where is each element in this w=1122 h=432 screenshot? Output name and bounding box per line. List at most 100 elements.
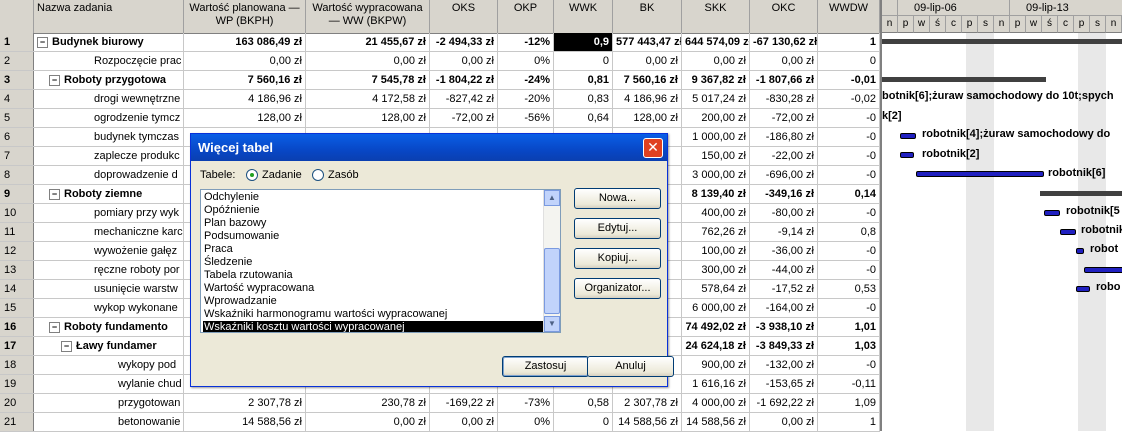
- gantt-summary-bar[interactable]: [882, 39, 1122, 44]
- collapse-toggle-icon[interactable]: −: [37, 36, 48, 48]
- cell-vac[interactable]: -830,28 zł: [750, 90, 818, 108]
- cell-eac[interactable]: 24 624,18 zł: [682, 337, 750, 355]
- table-row[interactable]: 21 betonowanie 14 588,56 zł 0,00 zł 0,00 zł 0…: [0, 413, 880, 432]
- col-header-name[interactable]: Nazwa zadania: [34, 0, 184, 33]
- table-row[interactable]: 5 ogrodzenie tymcz 128,00 zł 128,00 zł -72,0…: [0, 109, 880, 128]
- col-header-sv[interactable]: OKS: [430, 0, 498, 33]
- cancel-button[interactable]: Anuluj: [587, 356, 674, 377]
- scroll-up-icon[interactable]: ▲: [544, 190, 560, 206]
- task-name-cell[interactable]: − Budynek biurowy: [34, 33, 184, 51]
- tables-list-scrollbar[interactable]: ▲ ▼: [543, 190, 560, 332]
- row-number[interactable]: 9: [0, 185, 34, 203]
- row-number[interactable]: 13: [0, 261, 34, 279]
- cell-bac[interactable]: 128,00 zł: [613, 109, 682, 127]
- row-number[interactable]: 16: [0, 318, 34, 336]
- col-header-cpi[interactable]: WWK: [554, 0, 613, 33]
- cell-tcpi[interactable]: 0,53: [818, 280, 880, 298]
- cell-sv[interactable]: 0,00 zł: [430, 52, 498, 70]
- cell-bcwp[interactable]: 230,78 zł: [306, 394, 430, 412]
- row-number[interactable]: 4: [0, 90, 34, 108]
- cell-eac[interactable]: 3 000,00 zł: [682, 166, 750, 184]
- cell-vac[interactable]: -80,00 zł: [750, 204, 818, 222]
- cell-bcwp[interactable]: 7 545,78 zł: [306, 71, 430, 89]
- cell-sv_pct[interactable]: 0%: [498, 52, 554, 70]
- tables-list[interactable]: Odchylenie Opóźnienie Plan bazowy Podsumowa…: [200, 189, 561, 333]
- cell-eac[interactable]: 4 000,00 zł: [682, 394, 750, 412]
- table-row[interactable]: 2 Rozpoczęcie prac 0,00 zł 0,00 zł 0,00 zł 0%…: [0, 52, 880, 71]
- gantt-task-bar[interactable]: [900, 133, 916, 139]
- cell-vac[interactable]: -349,16 zł: [750, 185, 818, 203]
- task-name-cell[interactable]: budynek tymczas: [34, 128, 184, 146]
- task-name-cell[interactable]: wywożenie gałęz: [34, 242, 184, 260]
- task-name-cell[interactable]: zaplecze produkc: [34, 147, 184, 165]
- organizer-button[interactable]: Organizator...: [574, 278, 661, 299]
- table-list-item[interactable]: Odchylenie: [203, 191, 549, 204]
- radio-resource-label[interactable]: Zasób: [328, 169, 359, 181]
- table-row[interactable]: 1− Budynek biurowy 163 086,49 zł 21 455,67 …: [0, 33, 880, 52]
- cell-bcws[interactable]: 0,00 zł: [184, 52, 306, 70]
- cell-eac[interactable]: 900,00 zł: [682, 356, 750, 374]
- task-name-cell[interactable]: drogi wewnętrzne: [34, 90, 184, 108]
- row-number[interactable]: 12: [0, 242, 34, 260]
- cell-vac[interactable]: -3 938,10 zł: [750, 318, 818, 336]
- cell-vac[interactable]: -153,65 zł: [750, 375, 818, 393]
- row-number[interactable]: 6: [0, 128, 34, 146]
- cell-vac[interactable]: 0,00 zł: [750, 52, 818, 70]
- cell-tcpi[interactable]: -0,11: [818, 375, 880, 393]
- task-name-cell[interactable]: wykopy pod: [34, 356, 184, 374]
- collapse-toggle-icon[interactable]: −: [49, 321, 60, 333]
- cell-vac[interactable]: -186,80 zł: [750, 128, 818, 146]
- cell-sv[interactable]: -2 494,33 zł: [430, 33, 498, 51]
- cell-tcpi[interactable]: -0: [818, 147, 880, 165]
- cell-cpi[interactable]: 0,81: [554, 71, 613, 89]
- row-number[interactable]: 19: [0, 375, 34, 393]
- row-number[interactable]: 2: [0, 52, 34, 70]
- cell-bcws[interactable]: 4 186,96 zł: [184, 90, 306, 108]
- cell-eac[interactable]: 100,00 zł: [682, 242, 750, 260]
- cell-eac[interactable]: 400,00 zł: [682, 204, 750, 222]
- cell-vac[interactable]: -164,00 zł: [750, 299, 818, 317]
- close-icon[interactable]: ✕: [643, 138, 663, 158]
- gantt-summary-bar[interactable]: [1040, 191, 1122, 196]
- row-number[interactable]: 10: [0, 204, 34, 222]
- row-number[interactable]: 5: [0, 109, 34, 127]
- table-list-item[interactable]: Praca: [203, 243, 549, 256]
- task-name-cell[interactable]: ogrodzenie tymcz: [34, 109, 184, 127]
- scroll-thumb[interactable]: [544, 248, 560, 314]
- table-row[interactable]: 20 przygotowan 2 307,78 zł 230,78 zł -169,22…: [0, 394, 880, 413]
- table-list-item[interactable]: Opóźnienie: [203, 204, 549, 217]
- task-name-cell[interactable]: ręczne roboty por: [34, 261, 184, 279]
- cell-eac[interactable]: 6 000,00 zł: [682, 299, 750, 317]
- cell-bac[interactable]: 14 588,56 zł: [613, 413, 682, 431]
- cell-tcpi[interactable]: -0: [818, 261, 880, 279]
- cell-cpi[interactable]: 0,58: [554, 394, 613, 412]
- row-number[interactable]: 7: [0, 147, 34, 165]
- row-number[interactable]: 21: [0, 413, 34, 431]
- radio-task[interactable]: [246, 169, 258, 181]
- cell-vac[interactable]: -696,00 zł: [750, 166, 818, 184]
- cell-cpi[interactable]: 0: [554, 413, 613, 431]
- cell-sv[interactable]: 0,00 zł: [430, 413, 498, 431]
- apply-button[interactable]: Zastosuj: [502, 356, 589, 377]
- gantt-task-bar[interactable]: [1076, 286, 1090, 292]
- task-name-cell[interactable]: − Ławy fundamer: [34, 337, 184, 355]
- copy-table-button[interactable]: Kopiuj...: [574, 248, 661, 269]
- cell-bcws[interactable]: 14 588,56 zł: [184, 413, 306, 431]
- cell-sv[interactable]: -827,42 zł: [430, 90, 498, 108]
- gantt-task-bar[interactable]: [1060, 229, 1076, 235]
- table-list-item[interactable]: Wprowadzanie: [203, 295, 549, 308]
- cell-vac[interactable]: -132,00 zł: [750, 356, 818, 374]
- cell-cpi[interactable]: 0,9: [554, 33, 613, 51]
- cell-tcpi[interactable]: -0: [818, 166, 880, 184]
- cell-bcws[interactable]: 163 086,49 zł: [184, 33, 306, 51]
- cell-sv_pct[interactable]: -20%: [498, 90, 554, 108]
- collapse-toggle-icon[interactable]: −: [61, 340, 72, 352]
- cell-tcpi[interactable]: 1: [818, 413, 880, 431]
- table-list-item[interactable]: Plan bazowy: [203, 217, 549, 230]
- task-name-cell[interactable]: mechaniczne karc: [34, 223, 184, 241]
- cell-cpi[interactable]: 0,64: [554, 109, 613, 127]
- cell-eac[interactable]: 1 000,00 zł: [682, 128, 750, 146]
- cell-bcws[interactable]: 128,00 zł: [184, 109, 306, 127]
- cell-bac[interactable]: 7 560,16 zł: [613, 71, 682, 89]
- gantt-task-bar[interactable]: [1084, 267, 1122, 273]
